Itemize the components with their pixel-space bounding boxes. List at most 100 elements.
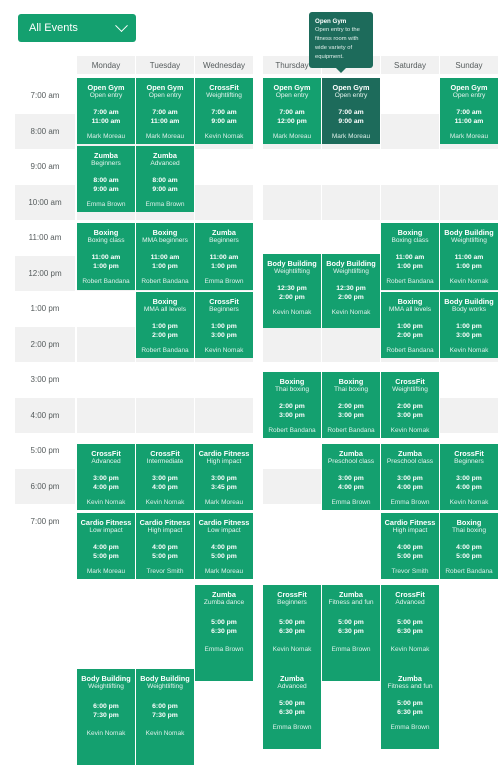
event-block[interactable]: Boxing Thai boxing 2:00 pm 3:00 pm Robert Ba…	[322, 372, 380, 438]
event-host: Kevin Nomak	[145, 499, 185, 507]
event-title: Body Building	[267, 259, 317, 268]
event-block[interactable]: Boxing Thai boxing 4:00 pm 5:00 pm Robert Ba…	[440, 513, 498, 579]
event-subtitle: Weightlifting	[274, 268, 310, 276]
event-subtitle: Boxing class	[87, 237, 125, 245]
event-host: Emma Brown	[204, 646, 244, 654]
event-block[interactable]: Body Building Weightlifting 12:30 pm 2:00 p…	[263, 254, 321, 328]
event-start-time: 3:00 pm	[93, 475, 119, 482]
event-block[interactable]: Open Gym Open entry 7:00 am 9:00 am Mark Mor…	[322, 78, 380, 144]
time-label-5: 12:00 pm	[28, 268, 62, 278]
event-block[interactable]: Boxing MMA all levels 1:00 pm 2:00 pm Robert…	[381, 292, 439, 358]
event-block[interactable]: Body Building Weightlifting 12:30 pm 2:00 p…	[322, 254, 380, 328]
event-title: Boxing	[152, 228, 178, 237]
event-block[interactable]: Body Building Weightlifting 6:00 pm 7:30 pm…	[136, 669, 194, 765]
event-end-time: 3:00 pm	[397, 412, 423, 420]
event-start-time: 5:00 pm	[338, 619, 364, 626]
event-block[interactable]: Zumba Beginners 8:00 am 9:00 am Emma Brown	[77, 146, 135, 212]
event-tooltip: Open Gym Open entry to the fitness room …	[309, 12, 373, 74]
event-title: CrossFit	[395, 377, 425, 386]
event-block[interactable]: Boxing Boxing class 11:00 am 1:00 pm Robert …	[381, 223, 439, 290]
event-title: Open Gym	[332, 83, 370, 92]
event-subtitle: Beginners	[91, 160, 121, 168]
event-block[interactable]: CrossFit Advanced 3:00 pm 4:00 pm Kevin Noma…	[77, 444, 135, 510]
grid-cell[interactable]	[263, 184, 321, 220]
event-host: Emma Brown	[331, 646, 371, 654]
event-end-time: 5:00 pm	[152, 553, 178, 561]
event-block[interactable]: CrossFit Weightlifting 2:00 pm 3:00 pm Kevin…	[381, 372, 439, 438]
event-times: 3:00 pm 3:45 pm	[197, 474, 251, 492]
event-title: Zumba	[398, 674, 422, 683]
event-start-time: 11:00 am	[209, 254, 239, 261]
event-times: 1:00 pm 3:00 pm	[197, 322, 251, 340]
grid-cell[interactable]	[263, 468, 321, 504]
grid-cell[interactable]	[381, 113, 439, 149]
event-block[interactable]: Body Building Weightlifting 11:00 am 1:00 p…	[440, 223, 498, 290]
event-start-time: 5:00 pm	[397, 619, 423, 626]
event-block[interactable]: Boxing Boxing class 11:00 am 1:00 pm Robert …	[77, 223, 135, 290]
event-times: 2:00 pm 3:00 pm	[383, 402, 437, 420]
event-subtitle: High impact	[392, 527, 428, 535]
event-block[interactable]: Cardio Fitness High impact 4:00 pm 5:00 pm T…	[381, 513, 439, 579]
event-block[interactable]: Boxing Thai boxing 2:00 pm 3:00 pm Robert Ba…	[263, 372, 321, 438]
event-block[interactable]: CrossFit Beginners 5:00 pm 6:30 pm Kevin Nom…	[263, 585, 321, 681]
event-block[interactable]: CrossFit Intermediate 3:00 pm 4:00 pm Kevin …	[136, 444, 194, 510]
event-times: 3:00 pm 4:00 pm	[442, 474, 496, 492]
event-title: Zumba	[212, 228, 236, 237]
event-subtitle: High impact	[147, 527, 183, 535]
event-end-time: 3:00 pm	[211, 332, 237, 340]
schedule-page: All Events Open Gym Open entry to the fi…	[0, 0, 500, 772]
event-block[interactable]: CrossFit Advanced 5:00 pm 6:30 pm Kevin Noma…	[381, 585, 439, 681]
event-block[interactable]: Zumba Advanced 8:00 am 9:00 am Emma Brown	[136, 146, 194, 212]
event-block[interactable]: Open Gym Open entry 7:00 am 11:00 am Mark Mo…	[77, 78, 135, 144]
grid-cell[interactable]	[77, 326, 135, 362]
all-events-filter-dropdown[interactable]: All Events	[18, 14, 136, 42]
event-block[interactable]: Zumba Preschool class 3:00 pm 4:00 pm Emma B…	[381, 444, 439, 510]
event-end-time: 1:00 pm	[152, 263, 178, 271]
event-block[interactable]: Zumba Advanced 5:00 pm 6:30 pm Emma Brown	[263, 669, 321, 749]
event-title: Zumba	[398, 449, 422, 458]
event-host: Robert Bandana	[445, 568, 493, 576]
event-block[interactable]: Cardio Fitness Low impact 4:00 pm 5:00 pm Ma…	[77, 513, 135, 579]
grid-cell[interactable]	[195, 184, 253, 220]
grid-cell[interactable]	[322, 184, 380, 220]
event-subtitle: Open entry	[89, 92, 123, 100]
event-block[interactable]: Zumba Fitness and fun 5:00 pm 6:30 pm Emma B…	[381, 669, 439, 749]
grid-cell[interactable]	[440, 184, 498, 220]
event-block[interactable]: Zumba Fitness and fun 5:00 pm 6:30 pm Emma B…	[322, 585, 380, 681]
event-block[interactable]: Open Gym Open entry 7:00 am 11:00 am Mark Mo…	[136, 78, 194, 144]
event-end-time: 5:00 pm	[397, 553, 423, 561]
grid-cell[interactable]	[440, 397, 498, 433]
grid-cell[interactable]	[381, 184, 439, 220]
event-host: Mark Moreau	[204, 499, 244, 507]
event-block[interactable]: Cardio Fitness High impact 3:00 pm 3:45 pm M…	[195, 444, 253, 510]
grid-cell[interactable]	[263, 326, 321, 362]
event-times: 11:00 am 1:00 pm	[383, 253, 437, 271]
event-host: Emma Brown	[390, 724, 430, 732]
event-block[interactable]: Open Gym Open entry 7:00 am 12:00 pm Mark Mo…	[263, 78, 321, 144]
event-block[interactable]: Boxing MMA beginners 11:00 am 1:00 pm Robert…	[136, 223, 194, 290]
event-block[interactable]: CrossFit Beginners 1:00 pm 3:00 pm Kevin Nom…	[195, 292, 253, 358]
event-block[interactable]: Zumba Beginners 11:00 am 1:00 pm Emma Brown	[195, 223, 253, 290]
event-block[interactable]: Cardio Fitness High impact 4:00 pm 5:00 pm T…	[136, 513, 194, 579]
event-block[interactable]: CrossFit Beginners 3:00 pm 4:00 pm Kevin Nom…	[440, 444, 498, 510]
event-block[interactable]: Zumba Preschool class 3:00 pm 4:00 pm Emma B…	[322, 444, 380, 510]
event-times: 3:00 pm 4:00 pm	[79, 474, 133, 492]
grid-cell[interactable]	[136, 397, 194, 433]
event-start-time: 1:00 pm	[152, 323, 178, 330]
event-block[interactable]: Body Building Weightlifting 6:00 pm 7:30 pm…	[77, 669, 135, 765]
event-block[interactable]: Boxing MMA all levels 1:00 pm 2:00 pm Robert…	[136, 292, 194, 358]
event-host: Emma Brown	[272, 724, 312, 732]
grid-cell[interactable]	[322, 326, 380, 362]
event-block[interactable]: Body Building Body works 1:00 pm 3:00 pm Kev…	[440, 292, 498, 358]
event-times: 6:00 pm 7:30 pm	[138, 702, 192, 720]
grid-cell[interactable]	[195, 397, 253, 433]
event-block[interactable]: Zumba Zumba dance 5:00 pm 6:30 pm Emma Brown	[195, 585, 253, 681]
event-title: Cardio Fitness	[139, 518, 191, 527]
time-label-9: 4:00 pm	[30, 410, 60, 420]
event-times: 4:00 pm 5:00 pm	[197, 543, 251, 561]
grid-cell[interactable]	[77, 397, 135, 433]
event-block[interactable]: Cardio Fitness Low impact 4:00 pm 5:00 pm Ma…	[195, 513, 253, 579]
event-block[interactable]: Open Gym Open entry 7:00 am 11:00 am Mark Mo…	[440, 78, 498, 144]
event-block[interactable]: CrossFit Weightlifting 7:00 am 9:00 am Kevin…	[195, 78, 253, 144]
event-subtitle: Preschool class	[386, 458, 434, 466]
